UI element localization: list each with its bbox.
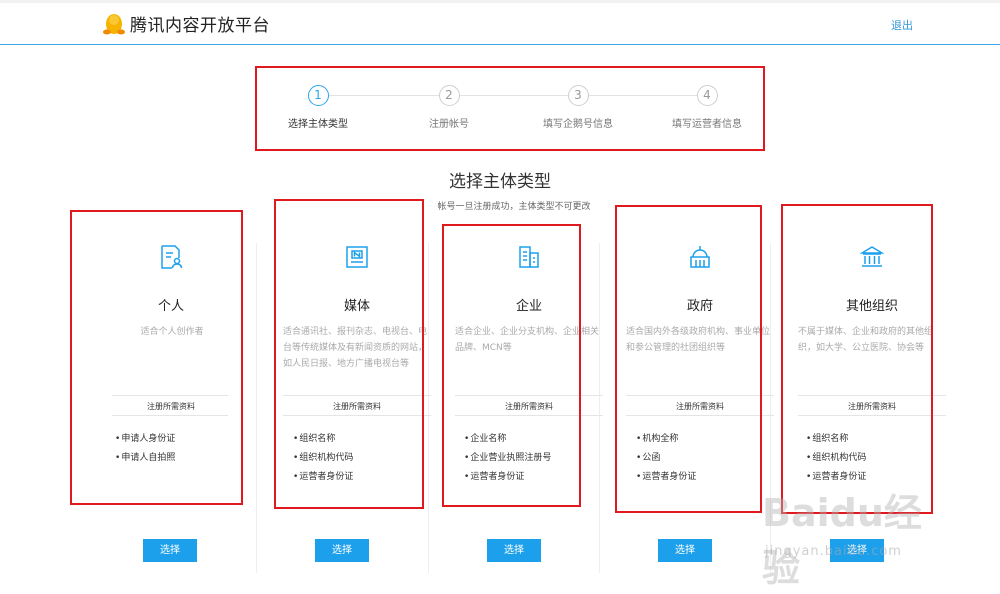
top-bar: 腾讯内容开放平台 退出 (0, 0, 1000, 45)
annotation-box-card (70, 210, 243, 505)
annotation-box-card (442, 224, 581, 507)
annotation-box-card (615, 205, 762, 513)
select-button[interactable]: 选择 (487, 539, 541, 562)
select-button[interactable]: 选择 (830, 539, 884, 562)
select-button[interactable]: 选择 (658, 539, 712, 562)
platform-logo[interactable]: 腾讯内容开放平台 (103, 11, 270, 36)
platform-title: 腾讯内容开放平台 (130, 16, 270, 36)
annotation-box-card (781, 204, 933, 514)
logout-link[interactable]: 退出 (891, 17, 913, 33)
top-shade-line (0, 0, 1000, 3)
annotation-box-card (274, 199, 424, 509)
select-button[interactable]: 选择 (315, 539, 369, 562)
annotation-box-steps (255, 66, 765, 151)
penguin-logo-icon (103, 13, 125, 34)
page-title: 选择主体类型 (449, 172, 551, 192)
select-button[interactable]: 选择 (143, 539, 197, 562)
page-subtitle: 帐号一旦注册成功，主体类型不可更改 (437, 202, 591, 212)
